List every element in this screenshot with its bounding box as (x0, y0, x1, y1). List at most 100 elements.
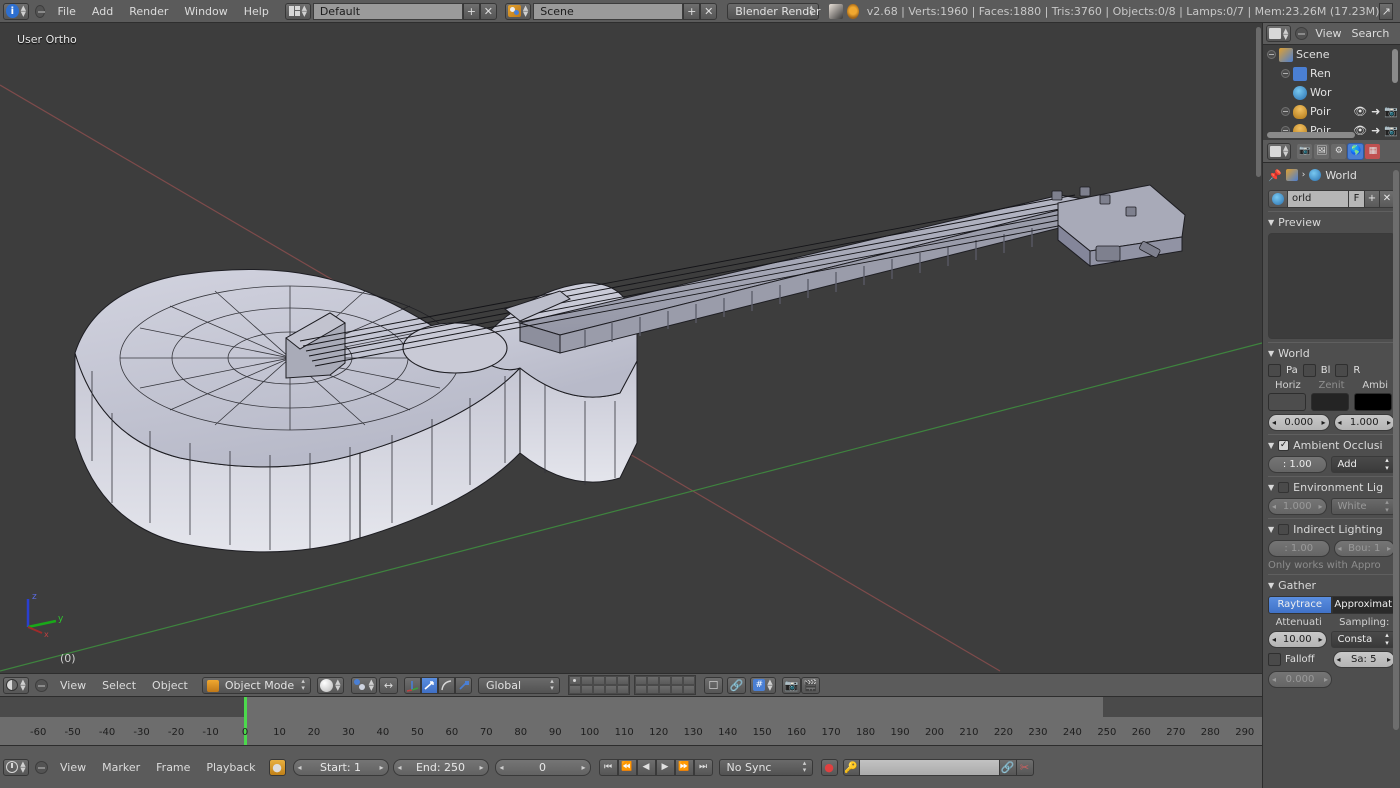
indirect-lighting-panel-header[interactable]: ▼ ✓ Indirect Lighting (1268, 518, 1395, 537)
outliner-tree[interactable]: Scene Ren Wor Poir 👁 ➜ 📷 Poir 👁 ➜ 📷 (1263, 45, 1400, 140)
record-icon[interactable]: ● (820, 758, 838, 776)
environment-lighting-checkbox[interactable]: ✓ (1278, 481, 1290, 493)
collapse-menus-button[interactable] (35, 4, 46, 18)
expand-toggle-icon[interactable] (1267, 50, 1276, 59)
fake-user-button[interactable]: F (1349, 190, 1365, 208)
render-animation-icon[interactable]: 🎬 (800, 676, 820, 694)
prev-keyframe-icon[interactable]: ⏪ (617, 758, 637, 776)
list-item[interactable]: Wor (1263, 83, 1400, 102)
properties-scrollbar[interactable] (1393, 170, 1399, 730)
world-value-field-2[interactable]: 1.000 (1333, 414, 1395, 431)
layer-button[interactable] (580, 676, 593, 685)
scene-tab[interactable]: ⚙ (1331, 143, 1347, 159)
environment-color-selector[interactable]: White (1330, 498, 1395, 515)
indirect-factor-field[interactable]: : 1.00 (1268, 540, 1330, 557)
gather-strength-field[interactable]: 0.000 (1268, 671, 1332, 688)
render-layers-tab[interactable]: 🖼 (1314, 143, 1330, 159)
layer-button[interactable] (658, 685, 671, 694)
scale-manipulator-icon[interactable] (454, 676, 472, 694)
link-icon[interactable]: 🔗 (999, 758, 1017, 776)
viewport-menu-object[interactable]: Object (144, 677, 196, 694)
gather-samples-field[interactable]: Sa: 5 (1332, 651, 1395, 668)
indirect-bounces-field[interactable]: Bou: 1 (1333, 540, 1395, 557)
3d-viewport[interactable]: User Ortho z y x (0) (0, 23, 1262, 673)
expand-toggle-icon[interactable] (1281, 69, 1290, 78)
horizon-color-swatch[interactable] (1268, 393, 1306, 411)
arc-manipulator-icon[interactable] (437, 676, 455, 694)
camera-icon[interactable]: 📷 (1384, 124, 1398, 137)
gather-approximate-button[interactable]: Approximat (1331, 596, 1395, 614)
render-tab[interactable]: 📷 (1297, 143, 1313, 159)
delete-scene-button[interactable]: ✕ (700, 2, 718, 20)
ambient-color-swatch[interactable] (1354, 393, 1392, 411)
collapse-outliner-menus-button[interactable] (1295, 27, 1309, 40)
menu-render[interactable]: Render (121, 3, 176, 20)
layer-button[interactable] (670, 676, 683, 685)
add-scene-button[interactable]: + (683, 2, 701, 20)
layer-button[interactable] (580, 685, 593, 694)
viewport-shading-selector[interactable]: ▲ ▼ (317, 676, 344, 694)
eye-icon[interactable]: 👁 (1353, 105, 1367, 118)
texture-tab[interactable]: ▦ (1365, 143, 1381, 159)
cursor-icon[interactable]: ➜ (1371, 105, 1380, 118)
layer-button[interactable] (592, 676, 605, 685)
indirect-lighting-checkbox[interactable]: ✓ (1278, 523, 1290, 535)
layer-button[interactable] (634, 676, 647, 685)
list-item[interactable]: Scene (1263, 45, 1400, 64)
layer-button[interactable] (568, 685, 581, 694)
editor-type-selector-3dview[interactable]: ▲ ▼ (3, 676, 29, 694)
world-value-field-1[interactable]: 0.000 (1268, 414, 1330, 431)
outliner-menu-view[interactable]: View (1310, 25, 1346, 42)
timeline-editor[interactable]: -60 -50 -40 -30 -20 -10 0 10 20 30 40 50 60 70 80 90 100… (0, 697, 1262, 788)
menu-help[interactable]: Help (236, 3, 277, 20)
properties-editor[interactable]: ▲ ▼ 📷 🖼 ⚙ 🌎 ▦ 📌 › World orld F + ✕ ▼ Prev… (1262, 140, 1400, 788)
translate-manipulator-icon[interactable] (403, 676, 421, 694)
real-sky-checkbox[interactable] (1335, 364, 1349, 377)
layer-button[interactable] (682, 676, 695, 685)
layer-grid-group-two[interactable] (633, 675, 696, 695)
layer-button[interactable] (646, 685, 659, 694)
timeline-menu-view[interactable]: View (52, 759, 94, 776)
snap-element-icon[interactable]: # ▲ ▼ (749, 676, 776, 694)
gather-distance-field[interactable]: 10.00 (1268, 631, 1327, 648)
viewport-menu-view[interactable]: View (52, 677, 94, 694)
delete-screen-layout-button[interactable]: ✕ (479, 2, 497, 20)
keying-set-icon[interactable]: 🔑 (842, 758, 860, 776)
editor-type-selector-info[interactable]: i ▲ ▼ (3, 2, 29, 20)
expand-toggle-icon[interactable] (1281, 107, 1290, 116)
ao-factor-field[interactable]: : 1.00 (1268, 456, 1327, 473)
add-screen-layout-button[interactable]: + (462, 2, 480, 20)
layer-button[interactable] (682, 685, 695, 694)
menu-window[interactable]: Window (176, 3, 235, 20)
world-datablock-selector[interactable]: orld F + ✕ (1268, 190, 1395, 208)
jump-end-icon[interactable]: ⏭ (693, 758, 713, 776)
ambient-occlusion-checkbox[interactable]: ✓ (1278, 439, 1290, 451)
scissors-icon[interactable]: ✂ (1016, 758, 1034, 776)
viewport-menu-select[interactable]: Select (94, 677, 144, 694)
pivot-point-selector[interactable]: ▲ ▼ (350, 676, 377, 694)
ambient-occlusion-panel-header[interactable]: ▼ ✓ Ambient Occlusi (1268, 434, 1395, 453)
ao-blend-mode-selector[interactable]: Add (1330, 456, 1395, 473)
collapse-timeline-menus-button[interactable] (35, 760, 48, 774)
magnet-snap-icon[interactable]: 🔗 (726, 676, 746, 694)
layer-button[interactable] (670, 685, 683, 694)
layer-button[interactable] (634, 685, 647, 694)
world-panel-header[interactable]: ▼ World (1268, 342, 1395, 361)
add-world-button[interactable]: + (1365, 190, 1380, 208)
snap-onion-icon[interactable]: ↔ (378, 676, 398, 694)
collapse-viewport-menus-button[interactable] (35, 678, 48, 692)
current-frame-field[interactable]: 0 (494, 758, 591, 776)
list-item[interactable]: Ren (1263, 64, 1400, 83)
layer-button[interactable] (604, 676, 617, 685)
jump-start-icon[interactable]: ⏮ (598, 758, 618, 776)
render-border-icon[interactable]: ☐ (703, 676, 723, 694)
scene-name-field[interactable]: Scene (533, 2, 684, 20)
gather-sampling-selector[interactable]: Consta (1330, 631, 1395, 648)
layer-button[interactable] (592, 685, 605, 694)
end-frame-field[interactable]: End: 250 (392, 758, 489, 776)
auto-key-icon[interactable]: ● (268, 758, 286, 776)
paper-sky-checkbox[interactable] (1268, 364, 1281, 377)
pin-icon[interactable]: 📌 (1268, 169, 1282, 182)
eye-icon[interactable]: 👁 (1353, 124, 1367, 137)
render-engine-selector[interactable]: Blender Render (727, 2, 821, 20)
